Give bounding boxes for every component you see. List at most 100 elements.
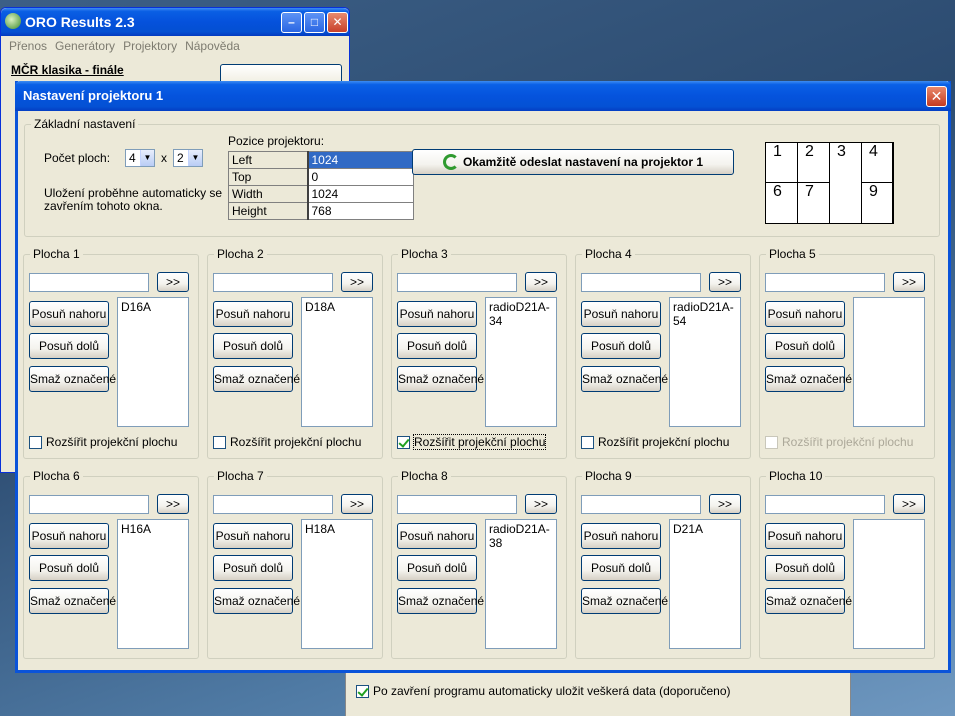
move-up-button[interactable]: Posuň nahoru	[581, 523, 661, 549]
list-item[interactable]: D21A	[673, 522, 737, 536]
add-to-plane-button[interactable]: >>	[157, 272, 189, 292]
position-height-value[interactable]: 768	[307, 202, 414, 220]
list-item[interactable]: D16A	[121, 300, 185, 314]
plane-list[interactable]: D21A	[669, 519, 741, 649]
move-up-button[interactable]: Posuň nahoru	[29, 523, 109, 549]
move-down-button[interactable]: Posuň dolů	[29, 555, 109, 581]
move-up-button[interactable]: Posuň nahoru	[581, 301, 661, 327]
plane-list[interactable]	[853, 519, 925, 649]
extend-option[interactable]: Rozšířit projekční plochu	[581, 435, 729, 449]
send-settings-button[interactable]: Okamžitě odeslat nastavení na projektor …	[412, 149, 734, 175]
autosave-checkbox[interactable]	[356, 684, 369, 698]
plane-list[interactable]: H16A	[117, 519, 189, 649]
move-up-button[interactable]: Posuň nahoru	[213, 523, 293, 549]
delete-selected-button[interactable]: Smaž označené	[213, 588, 300, 614]
move-up-button[interactable]: Posuň nahoru	[397, 301, 477, 327]
delete-selected-button[interactable]: Smaž označené	[581, 588, 668, 614]
move-down-button[interactable]: Posuň dolů	[213, 333, 293, 359]
list-item[interactable]: radioD21A-34	[489, 300, 553, 328]
extend-checkbox[interactable]	[397, 435, 410, 449]
position-width-value[interactable]: 1024	[307, 185, 414, 203]
add-to-plane-button[interactable]: >>	[893, 272, 925, 292]
dialog-titlebar[interactable]: Nastavení projektoru 1 ✕	[15, 81, 951, 111]
move-down-button[interactable]: Posuň dolů	[765, 333, 845, 359]
autosave-label: Po zavření programu automaticky uložit v…	[373, 684, 731, 698]
add-to-plane-button[interactable]: >>	[709, 494, 741, 514]
plane-input[interactable]	[397, 273, 517, 292]
delete-selected-button[interactable]: Smaž označené	[397, 588, 484, 614]
plane-input[interactable]	[213, 273, 333, 292]
move-up-button[interactable]: Posuň nahoru	[213, 301, 293, 327]
extend-checkbox[interactable]	[581, 435, 594, 449]
menu-projektory[interactable]: Projektory	[119, 36, 181, 56]
plane-input[interactable]	[765, 273, 885, 292]
position-left-value[interactable]: 1024	[307, 151, 414, 169]
extend-option[interactable]: Rozšířit projekční plochu	[213, 435, 361, 449]
extend-option[interactable]: Rozšířit projekční plochu	[397, 434, 547, 450]
grid-cell: 6	[765, 182, 798, 224]
cols-select[interactable]: 4 ▼	[125, 149, 155, 167]
extend-option: Rozšířit projekční plochu	[765, 435, 913, 449]
add-to-plane-button[interactable]: >>	[709, 272, 741, 292]
move-up-button[interactable]: Posuň nahoru	[397, 523, 477, 549]
move-down-button[interactable]: Posuň dolů	[765, 555, 845, 581]
move-up-button[interactable]: Posuň nahoru	[765, 523, 845, 549]
add-to-plane-button[interactable]: >>	[525, 494, 557, 514]
move-down-button[interactable]: Posuň dolů	[581, 555, 661, 581]
main-close-button[interactable]: ✕	[327, 12, 348, 33]
plane-input[interactable]	[397, 495, 517, 514]
plane-list[interactable]: radioD21A-54	[669, 297, 741, 427]
plane-input[interactable]	[581, 273, 701, 292]
menu-napoveda[interactable]: Nápověda	[181, 36, 244, 56]
move-down-button[interactable]: Posuň dolů	[213, 555, 293, 581]
plane-input[interactable]	[581, 495, 701, 514]
move-down-button[interactable]: Posuň dolů	[29, 333, 109, 359]
list-item[interactable]: D18A	[305, 300, 369, 314]
delete-selected-button[interactable]: Smaž označené	[581, 366, 668, 392]
plane-input[interactable]	[765, 495, 885, 514]
maximize-button[interactable]: □	[304, 12, 325, 33]
add-to-plane-button[interactable]: >>	[341, 272, 373, 292]
plane-list[interactable]: radioD21A-38	[485, 519, 557, 649]
plane-list[interactable]	[853, 297, 925, 427]
list-item[interactable]: H16A	[121, 522, 185, 536]
dialog-close-button[interactable]: ✕	[926, 86, 947, 107]
delete-selected-button[interactable]: Smaž označené	[397, 366, 484, 392]
extend-option[interactable]: Rozšířit projekční plochu	[29, 435, 177, 449]
add-to-plane-button[interactable]: >>	[157, 494, 189, 514]
list-item[interactable]: radioD21A-54	[673, 300, 737, 328]
position-key: Height	[228, 202, 309, 220]
menu-prenos[interactable]: Přenos	[5, 36, 51, 56]
extend-checkbox[interactable]	[213, 435, 226, 449]
add-to-plane-button[interactable]: >>	[525, 272, 557, 292]
delete-selected-button[interactable]: Smaž označené	[29, 588, 116, 614]
rows-select[interactable]: 2 ▼	[173, 149, 203, 167]
move-up-button[interactable]: Posuň nahoru	[765, 301, 845, 327]
position-top-value[interactable]: 0	[307, 168, 414, 186]
move-down-button[interactable]: Posuň dolů	[397, 333, 477, 359]
plane-input[interactable]	[29, 273, 149, 292]
list-item[interactable]: H18A	[305, 522, 369, 536]
delete-selected-button[interactable]: Smaž označené	[765, 588, 852, 614]
delete-selected-button[interactable]: Smaž označené	[29, 366, 116, 392]
move-down-button[interactable]: Posuň dolů	[581, 333, 661, 359]
delete-selected-button[interactable]: Smaž označené	[213, 366, 300, 392]
add-to-plane-button[interactable]: >>	[341, 494, 373, 514]
move-up-button[interactable]: Posuň nahoru	[29, 301, 109, 327]
delete-selected-button[interactable]: Smaž označené	[765, 366, 852, 392]
move-down-button[interactable]: Posuň dolů	[397, 555, 477, 581]
autosave-option[interactable]: Po zavření programu automaticky uložit v…	[356, 684, 731, 698]
minimize-button[interactable]: –	[281, 12, 302, 33]
add-to-plane-button[interactable]: >>	[893, 494, 925, 514]
menu-generatory[interactable]: Generátory	[51, 36, 119, 56]
plane-list[interactable]: D16A	[117, 297, 189, 427]
extend-checkbox[interactable]	[29, 435, 42, 449]
plane-input[interactable]	[213, 495, 333, 514]
plane-list[interactable]: D18A	[301, 297, 373, 427]
basic-settings-legend: Základní nastavení	[34, 117, 136, 131]
plane-input[interactable]	[29, 495, 149, 514]
list-item[interactable]: radioD21A-38	[489, 522, 553, 550]
plane-list[interactable]: radioD21A-34	[485, 297, 557, 427]
main-window-titlebar[interactable]: ORO Results 2.3 – □ ✕	[1, 8, 349, 36]
plane-list[interactable]: H18A	[301, 519, 373, 649]
